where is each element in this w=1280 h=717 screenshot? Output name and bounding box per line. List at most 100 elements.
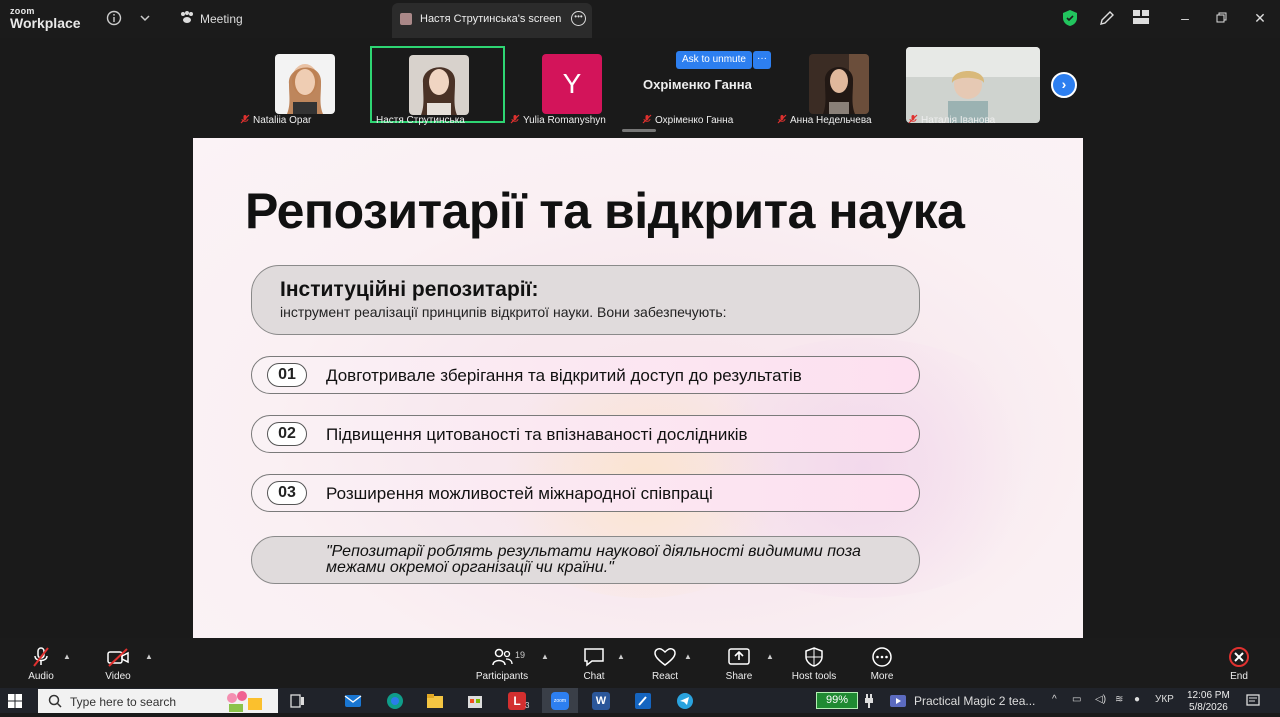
participant-photo xyxy=(906,47,1040,123)
participant-tile[interactable]: Nataliia Opar xyxy=(238,47,368,126)
avatar-initial: Y xyxy=(542,54,602,114)
point-text: Довготривале зберігання та відкритий дос… xyxy=(326,366,802,385)
chat-options-caret[interactable]: ▲ xyxy=(617,652,625,661)
task-view-icon[interactable] xyxy=(288,692,306,710)
word-app-icon[interactable]: W xyxy=(592,692,610,710)
more-options-icon[interactable]: ••• xyxy=(571,11,586,26)
notifications-icon[interactable] xyxy=(1246,694,1260,708)
store-app-icon[interactable] xyxy=(466,692,484,710)
presenter-avatar xyxy=(400,13,412,25)
share-button[interactable]: Share xyxy=(725,646,753,682)
intro-heading: Інституційні репозитарії: xyxy=(280,278,539,301)
windows-taskbar: Type here to search L 3 zoom W 99% Pract… xyxy=(0,688,1280,713)
taskbar-search[interactable]: Type here to search xyxy=(38,689,278,713)
participant-tile[interactable]: Y Yulia Romanyshyn xyxy=(508,47,628,126)
more-icon xyxy=(872,647,892,667)
point-item: 02 Підвищення цитованості та впізнаванос… xyxy=(251,415,920,453)
letter-l-app-icon[interactable]: L xyxy=(508,692,526,710)
point-item: 01 Довготривале зберігання та відкритий … xyxy=(251,356,920,394)
slide-title: Репозитарії та відкрита наука xyxy=(245,183,965,239)
mic-muted-icon xyxy=(777,114,787,124)
point-item: 03 Розширення можливостей міжнародної сп… xyxy=(251,474,920,512)
shared-slide: Репозитарії та відкрита наука Інституцій… xyxy=(193,138,1083,638)
intro-box: Інституційні репозитарії: інструмент реа… xyxy=(251,265,920,335)
participant-name: Анна Недельчева xyxy=(790,115,872,126)
meeting-icon xyxy=(180,11,194,26)
intro-subtitle: інструмент реалізації принципів відкрито… xyxy=(280,304,727,320)
meet-now-icon[interactable]: ▭ xyxy=(1072,694,1081,705)
react-options-caret[interactable]: ▲ xyxy=(684,652,692,661)
participants-options-caret[interactable]: ▲ xyxy=(541,652,549,661)
pen-app-icon[interactable] xyxy=(634,692,652,710)
edge-browser-icon[interactable] xyxy=(386,692,404,710)
mic-muted-icon xyxy=(642,114,652,124)
zoom-logo: zoom Workplace xyxy=(10,6,81,31)
participant-strip: Nataliia Opar Настя Струтинська Y Yulia … xyxy=(0,38,1280,138)
next-participants-button[interactable]: › xyxy=(1051,72,1077,98)
mic-muted-icon xyxy=(510,114,520,124)
volume-icon[interactable]: ◁) xyxy=(1095,694,1106,705)
mic-muted-icon xyxy=(908,114,918,124)
mic-muted-icon xyxy=(33,647,49,667)
chevron-down-icon[interactable] xyxy=(136,10,154,28)
participant-name: Nataliia Opar xyxy=(253,115,312,126)
restore-icon[interactable] xyxy=(1213,10,1229,26)
telegram-app-icon[interactable] xyxy=(676,692,694,710)
shield-icon xyxy=(805,647,823,667)
participant-tile[interactable]: Анна Недельчева xyxy=(775,47,885,126)
participants-icon xyxy=(492,648,513,666)
strip-resize-handle[interactable] xyxy=(622,129,656,132)
mail-app-icon[interactable] xyxy=(344,692,362,710)
point-text: Розширення можливостей міжнародної співп… xyxy=(326,484,713,503)
wifi-icon[interactable]: ≋ xyxy=(1115,694,1123,705)
react-button[interactable]: React xyxy=(651,646,679,682)
share-screen-icon xyxy=(728,648,750,665)
participant-name: Охріменко Ганна xyxy=(655,115,734,126)
participant-more-button[interactable]: ··· xyxy=(753,51,771,69)
meeting-controls: Audio ▲ Video ▲ Participants 19 ▲ Chat ▲… xyxy=(0,638,1280,688)
system-clock[interactable]: 12:06 PM 5/8/2026 xyxy=(1187,690,1230,714)
point-number: 02 xyxy=(267,422,307,446)
shared-screen-tab[interactable]: Настя Струтинська's screen ••• xyxy=(392,3,592,38)
media-title[interactable]: Practical Magic 2 tea... xyxy=(914,694,1035,708)
windows-start-icon[interactable] xyxy=(8,694,22,708)
video-options-caret[interactable]: ▲ xyxy=(145,652,153,661)
flowers-widget-icon xyxy=(224,690,268,712)
file-explorer-icon[interactable] xyxy=(426,692,444,710)
share-options-caret[interactable]: ▲ xyxy=(766,652,774,661)
participant-name: Настя Струтинська xyxy=(376,115,465,126)
info-icon[interactable] xyxy=(105,10,123,28)
zoom-app-active[interactable]: zoom xyxy=(542,688,578,713)
view-layout-icon[interactable] xyxy=(1132,9,1150,27)
language-indicator[interactable]: УКР xyxy=(1155,694,1174,705)
participant-tile-active[interactable]: Настя Струтинська xyxy=(370,46,505,126)
participant-photo xyxy=(809,54,869,114)
zoom-app-icon: zoom xyxy=(551,692,569,710)
quote-text: "Репозитарії роблять результати наукової… xyxy=(326,543,861,576)
chat-button[interactable]: Chat xyxy=(580,646,608,682)
close-icon[interactable]: ✕ xyxy=(1252,10,1268,27)
annotate-pen-icon[interactable] xyxy=(1098,9,1116,27)
meeting-tab[interactable]: Meeting xyxy=(180,11,243,26)
end-meeting-icon xyxy=(1229,647,1249,667)
host-tools-button[interactable]: Host tools xyxy=(790,646,838,682)
participant-tile[interactable]: Наталія Іванова xyxy=(906,47,1040,126)
audio-button[interactable]: Audio xyxy=(26,646,56,682)
audio-options-caret[interactable]: ▲ xyxy=(63,652,71,661)
participant-name: Наталія Іванова xyxy=(921,115,996,126)
title-bar: zoom Workplace Meeting Настя Струтинська… xyxy=(0,0,1280,38)
point-number: 01 xyxy=(267,363,307,387)
ask-to-unmute-button[interactable]: Ask to unmute xyxy=(676,51,752,69)
security-shield-icon[interactable] xyxy=(1062,9,1080,27)
mic-tray-icon[interactable]: ● xyxy=(1134,694,1140,705)
video-button[interactable]: Video xyxy=(103,646,133,682)
media-player-icon[interactable] xyxy=(890,695,906,707)
power-plug-icon xyxy=(865,694,873,708)
end-button[interactable]: End xyxy=(1226,646,1252,682)
minimize-icon[interactable]: – xyxy=(1177,10,1193,26)
video-off-icon xyxy=(107,648,129,667)
tray-chevron-up-icon[interactable]: ^ xyxy=(1052,694,1057,705)
more-button[interactable]: More xyxy=(868,646,896,682)
heart-icon xyxy=(654,648,676,666)
battery-indicator[interactable]: 99% xyxy=(816,692,858,709)
